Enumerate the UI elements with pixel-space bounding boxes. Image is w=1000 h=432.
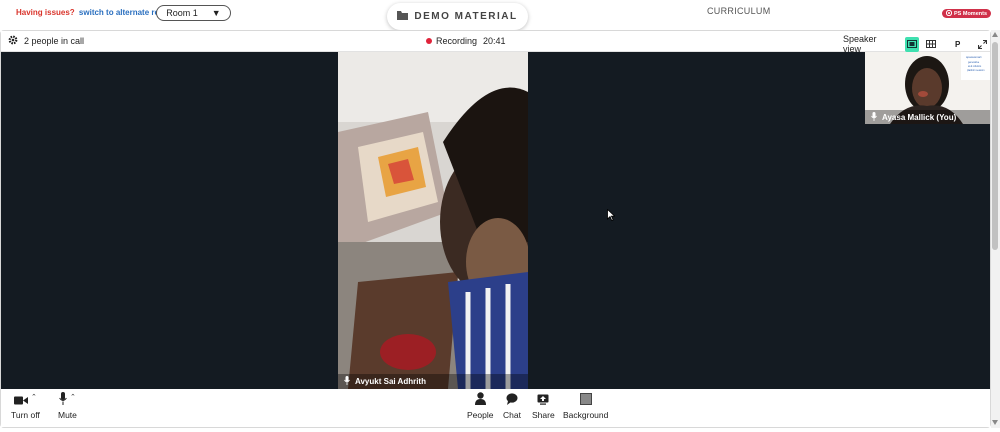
moments-label: PS Moments — [954, 10, 988, 17]
microphone-icon — [344, 376, 350, 387]
person-icon — [474, 392, 486, 407]
svg-text:spacesmart: spacesmart — [966, 55, 982, 59]
recording-time: 20:41 — [483, 36, 506, 46]
demo-material-button[interactable]: DEMO MATERIAL — [387, 3, 528, 30]
caret-down-icon: ▼ — [211, 8, 221, 18]
video-camera-icon — [13, 396, 28, 407]
scroll-down-arrow-icon[interactable] — [992, 420, 998, 425]
scrollbar-thumb[interactable] — [992, 42, 998, 250]
mute-label: Mute — [58, 410, 77, 420]
curriculum-tab[interactable]: CURRICULUM — [707, 6, 771, 16]
gear-icon[interactable] — [8, 35, 18, 47]
demo-material-label: DEMO MATERIAL — [414, 11, 518, 22]
self-participant-label: Ayasa Mallick (You) — [865, 110, 990, 124]
chat-label: Chat — [503, 410, 521, 420]
room-select[interactable]: Room 1 ▼ — [156, 5, 231, 21]
main-participant-name: Avyukt Sai Adhrith — [355, 377, 426, 386]
mouse-cursor-icon — [607, 208, 616, 226]
call-status-bar: 2 people in call Recording 20:41 Speaker… — [1, 31, 990, 54]
chat-bubble-icon — [506, 393, 518, 407]
main-video-tile[interactable]: Avyukt Sai Adhrith — [338, 52, 528, 389]
svg-text:ai & robotics: ai & robotics — [968, 65, 982, 68]
top-bar: Having issues? switch to alternate room … — [0, 0, 1000, 30]
page-scrollbar[interactable] — [991, 30, 1000, 428]
share-label: Share — [532, 410, 555, 420]
camera-options-chevron-icon[interactable]: ⌃ — [31, 393, 37, 401]
scroll-up-arrow-icon[interactable] — [992, 32, 998, 37]
people-label: People — [467, 410, 494, 420]
moments-badge[interactable]: PS Moments — [942, 9, 992, 18]
share-screen-icon — [537, 394, 549, 407]
recording-dot-icon — [426, 38, 432, 44]
issues-notice: Having issues? switch to alternate room — [16, 8, 171, 17]
svg-text:platform session: platform session — [967, 69, 985, 72]
camera-toggle-button[interactable]: ⌃ Turn off — [11, 393, 40, 420]
recording-indicator: Recording 20:41 — [426, 36, 506, 46]
grid-view-icon[interactable] — [923, 37, 938, 52]
view-mode-label: Speaker view — [843, 34, 877, 54]
camera-toggle-label: Turn off — [11, 410, 40, 420]
people-button[interactable]: People — [467, 392, 494, 420]
background-button[interactable]: Background — [563, 393, 608, 420]
background-icon — [579, 393, 592, 407]
fullscreen-icon[interactable] — [975, 37, 990, 52]
mic-options-chevron-icon[interactable]: ⌃ — [70, 393, 76, 401]
people-count-label: 2 people in call — [24, 36, 85, 46]
recording-label: Recording — [436, 36, 478, 46]
issues-text: Having issues? — [16, 8, 75, 17]
video-stage: Avyukt Sai Adhrith spacesmart generative… — [1, 52, 990, 389]
svg-text:generative: generative — [968, 61, 980, 64]
background-label: Background — [563, 410, 609, 420]
microphone-icon — [59, 392, 67, 407]
chat-button[interactable]: Chat — [503, 393, 521, 420]
self-video-tile[interactable]: spacesmart generative ai & robotics plat… — [865, 52, 990, 124]
mute-button[interactable]: ⌃ Mute — [58, 392, 77, 420]
share-button[interactable]: Share — [532, 393, 555, 420]
moments-icon — [945, 9, 953, 18]
call-toolbar: ⌃ Turn off ⌃ Mute People Chat Share Back… — [1, 389, 990, 427]
main-participant-label: Avyukt Sai Adhrith — [338, 374, 528, 389]
room-select-value: Room 1 — [166, 8, 198, 18]
people-count: 2 people in call — [8, 35, 84, 47]
folder-icon — [397, 10, 409, 23]
self-participant-name: Ayasa Mallick (You) — [882, 112, 957, 122]
participant-video-feed — [338, 52, 528, 389]
view-controls: Speaker view P — [843, 34, 990, 54]
p-button[interactable]: P — [950, 37, 965, 52]
speaker-view-icon[interactable] — [904, 36, 920, 52]
microphone-icon — [871, 111, 877, 123]
call-frame: 2 people in call Recording 20:41 Speaker… — [0, 30, 991, 428]
